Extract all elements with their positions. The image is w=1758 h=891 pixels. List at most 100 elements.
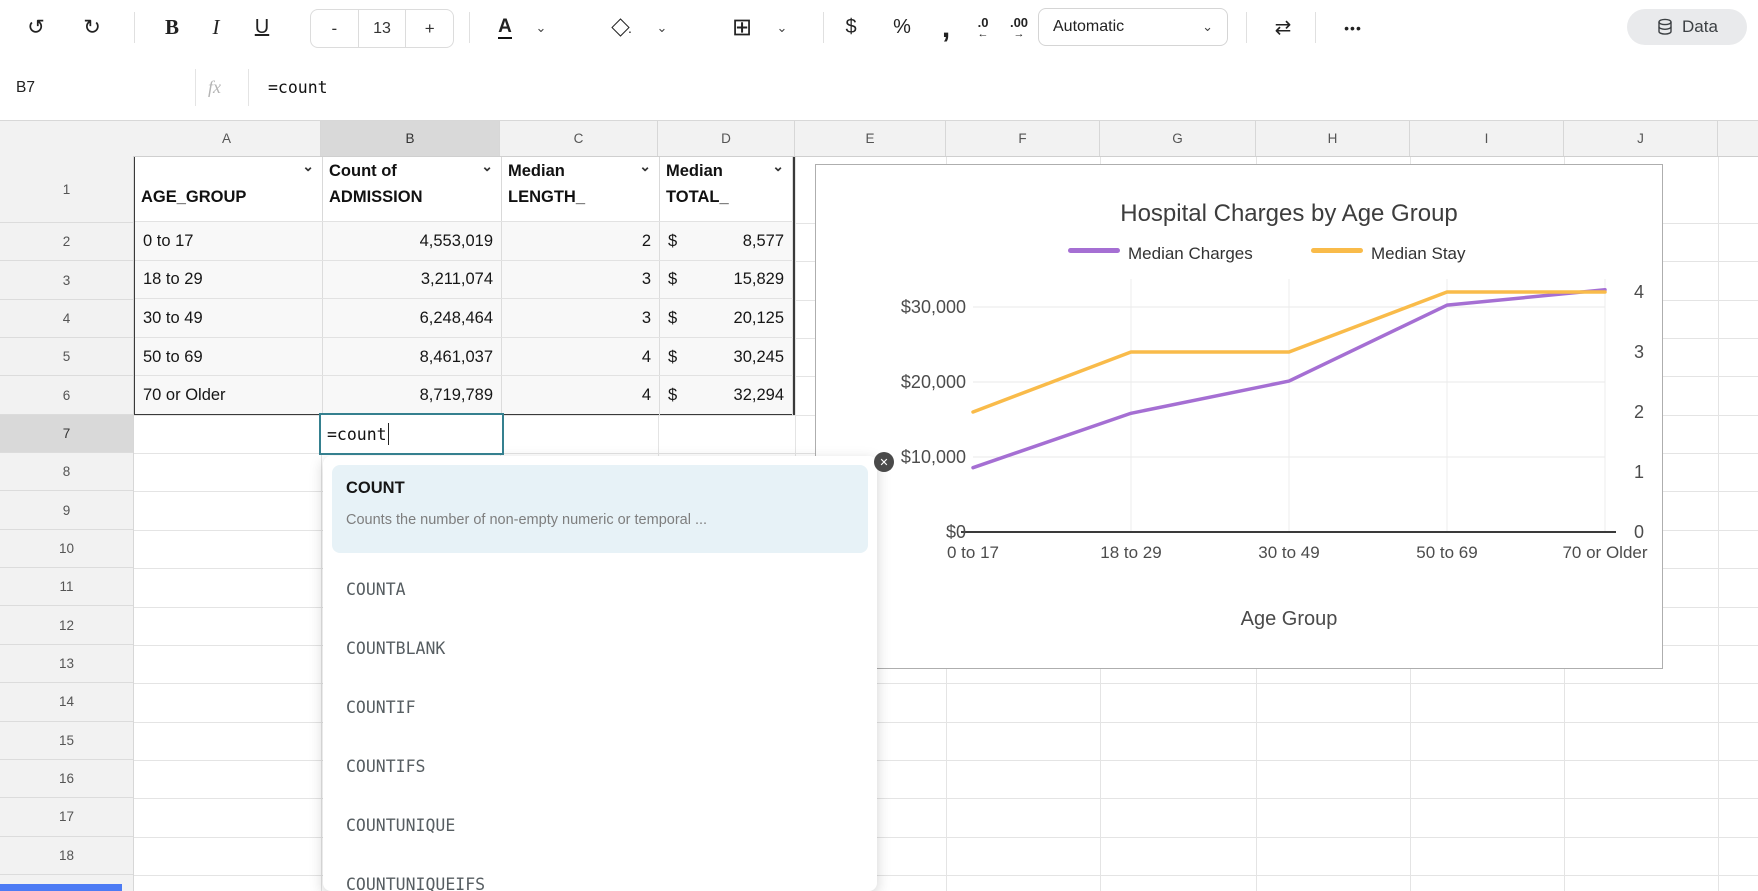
column-header-F[interactable]: F xyxy=(946,121,1100,156)
undo-icon[interactable]: ↺ xyxy=(22,0,50,55)
row-header-14[interactable]: 14 xyxy=(0,683,133,721)
percent-format-button[interactable]: % xyxy=(888,0,916,55)
row-header-16[interactable]: 16 xyxy=(0,760,133,798)
table-column-header[interactable]: Median TOTAL_ ⌄ xyxy=(660,154,793,221)
decrease-decimal-button[interactable]: .0← xyxy=(968,0,998,55)
row-header-18[interactable]: 18 xyxy=(0,837,133,875)
currency-symbol: $ xyxy=(668,270,677,289)
table-cell[interactable]: 6,248,464 xyxy=(323,299,502,338)
table-cell[interactable]: 30 to 49 xyxy=(135,299,323,338)
close-icon[interactable]: ✕ xyxy=(874,452,894,472)
number-format-select[interactable]: Automatic ⌄ xyxy=(1038,8,1228,46)
font-size-value[interactable]: 13 xyxy=(358,10,407,47)
table-cell[interactable]: 4 xyxy=(502,338,660,377)
column-header-H[interactable]: H xyxy=(1256,121,1410,156)
table-column-header[interactable]: Count of ADMISSION ⌄ xyxy=(323,154,502,221)
row-header-1[interactable]: 1 xyxy=(0,156,133,223)
table-cell[interactable]: 2 xyxy=(502,222,660,261)
column-menu-chevron-icon[interactable]: ⌄ xyxy=(772,158,784,175)
table-cell[interactable]: 4 xyxy=(502,376,660,415)
table-row: 50 to 698,461,0374$30,245 xyxy=(135,337,793,376)
autocomplete-item[interactable]: COUNTA xyxy=(323,560,877,619)
row-header-8[interactable]: 8 xyxy=(0,453,133,491)
column-menu-chevron-icon[interactable]: ⌄ xyxy=(639,158,651,175)
row-header-7[interactable]: 7 xyxy=(0,415,133,453)
borders-chevron-icon[interactable]: ⌄ xyxy=(772,0,792,55)
swap-arrows-icon[interactable]: ⇄ xyxy=(1268,0,1298,55)
table-cell[interactable]: 50 to 69 xyxy=(135,338,323,377)
row-header-3[interactable]: 3 xyxy=(0,261,133,299)
table-cell[interactable]: $8,577 xyxy=(660,222,793,261)
autocomplete-item[interactable]: COUNTUNIQUEIFS xyxy=(323,855,877,891)
table-cell[interactable]: 4,553,019 xyxy=(323,222,502,261)
autocomplete-item[interactable]: COUNTIFS xyxy=(323,737,877,796)
column-header-G[interactable]: G xyxy=(1100,121,1256,156)
row-header-12[interactable]: 12 xyxy=(0,607,133,645)
chart-panel[interactable]: Hospital Charges by Age GroupMedian Char… xyxy=(815,164,1663,669)
spreadsheet-app: ↺ ↻ B I U - 13 + A ⌄ . ⌄ ⊞ ⌄ $ % , .0← .… xyxy=(0,0,1758,891)
row-header-9[interactable]: 9 xyxy=(0,491,133,529)
row-header-4[interactable]: 4 xyxy=(0,300,133,338)
bold-button[interactable]: B xyxy=(158,0,186,55)
row-header-15[interactable]: 15 xyxy=(0,722,133,760)
row-header-5[interactable]: 5 xyxy=(0,338,133,376)
autocomplete-item[interactable]: COUNTBLANK xyxy=(323,619,877,678)
svg-text:50 to 69: 50 to 69 xyxy=(1416,543,1477,562)
autocomplete-item[interactable]: COUNTUNIQUE xyxy=(323,796,877,855)
redo-icon[interactable]: ↻ xyxy=(78,0,106,55)
borders-icon[interactable]: ⊞ xyxy=(728,0,756,55)
formula-input[interactable]: =count xyxy=(268,55,328,120)
autocomplete-item[interactable]: COUNTIF xyxy=(323,678,877,737)
column-header-D[interactable]: D xyxy=(658,121,795,156)
column-header-E[interactable]: E xyxy=(795,121,946,156)
column-menu-chevron-icon[interactable]: ⌄ xyxy=(302,158,314,175)
more-options-button[interactable]: ••• xyxy=(1336,0,1370,55)
table-cell[interactable]: 0 to 17 xyxy=(135,222,323,261)
italic-button[interactable]: I xyxy=(202,0,230,55)
column-header-I[interactable]: I xyxy=(1410,121,1564,156)
table-cell[interactable]: 8,719,789 xyxy=(323,376,502,415)
text-color-chevron-icon[interactable]: ⌄ xyxy=(531,0,551,55)
font-size-increase-button[interactable]: + xyxy=(406,10,453,47)
row-header-13[interactable]: 13 xyxy=(0,645,133,683)
underline-button[interactable]: U xyxy=(248,0,276,55)
table-cell[interactable]: $30,245 xyxy=(660,338,793,377)
cell-editor[interactable]: =count xyxy=(319,413,504,455)
fill-color-icon[interactable]: . xyxy=(610,0,636,55)
data-button-label: Data xyxy=(1682,17,1718,37)
fill-color-chevron-icon[interactable]: ⌄ xyxy=(652,0,672,55)
table-cell[interactable]: $32,294 xyxy=(660,376,793,415)
table-column-header[interactable]: Median LENGTH_ ⌄ xyxy=(502,154,660,221)
font-size-decrease-button[interactable]: - xyxy=(311,10,358,47)
column-menu-chevron-icon[interactable]: ⌄ xyxy=(481,158,493,175)
data-table[interactable]: AGE_GROUP ⌄Count of ADMISSION ⌄Median LE… xyxy=(133,152,795,415)
hospital-charges-chart: Hospital Charges by Age GroupMedian Char… xyxy=(816,165,1662,668)
column-header-A[interactable]: A xyxy=(133,121,321,156)
row-header-17[interactable]: 17 xyxy=(0,798,133,836)
cell-reference[interactable]: B7 xyxy=(16,55,35,120)
table-cell[interactable]: 3,211,074 xyxy=(323,261,502,300)
column-header-C[interactable]: C xyxy=(500,121,658,156)
row-header-6[interactable]: 6 xyxy=(0,376,133,414)
text-color-icon[interactable]: A xyxy=(492,0,518,55)
data-button[interactable]: Data xyxy=(1627,9,1747,45)
row-header-10[interactable]: 10 xyxy=(0,530,133,568)
currency-format-button[interactable]: $ xyxy=(838,0,864,55)
increase-decimal-button[interactable]: .00→ xyxy=(1002,0,1036,55)
table-cell[interactable]: $15,829 xyxy=(660,261,793,300)
column-header-B[interactable]: B xyxy=(321,121,500,156)
table-column-header[interactable]: AGE_GROUP ⌄ xyxy=(135,154,323,221)
table-cell[interactable]: 3 xyxy=(502,261,660,300)
autocomplete-selected-item[interactable]: COUNT Counts the number of non-empty num… xyxy=(332,465,868,553)
table-cell[interactable]: 3 xyxy=(502,299,660,338)
row-header-11[interactable]: 11 xyxy=(0,568,133,606)
table-cell[interactable]: $20,125 xyxy=(660,299,793,338)
column-header-J[interactable]: J xyxy=(1564,121,1718,156)
table-cell[interactable]: 8,461,037 xyxy=(323,338,502,377)
scrollbar-thumb[interactable] xyxy=(0,884,122,891)
table-row: 70 or Older8,719,7894$32,294 xyxy=(135,375,793,414)
table-cell[interactable]: 18 to 29 xyxy=(135,261,323,300)
arrow-left-icon: ← xyxy=(978,29,989,40)
table-cell[interactable]: 70 or Older xyxy=(135,376,323,415)
row-header-2[interactable]: 2 xyxy=(0,223,133,261)
